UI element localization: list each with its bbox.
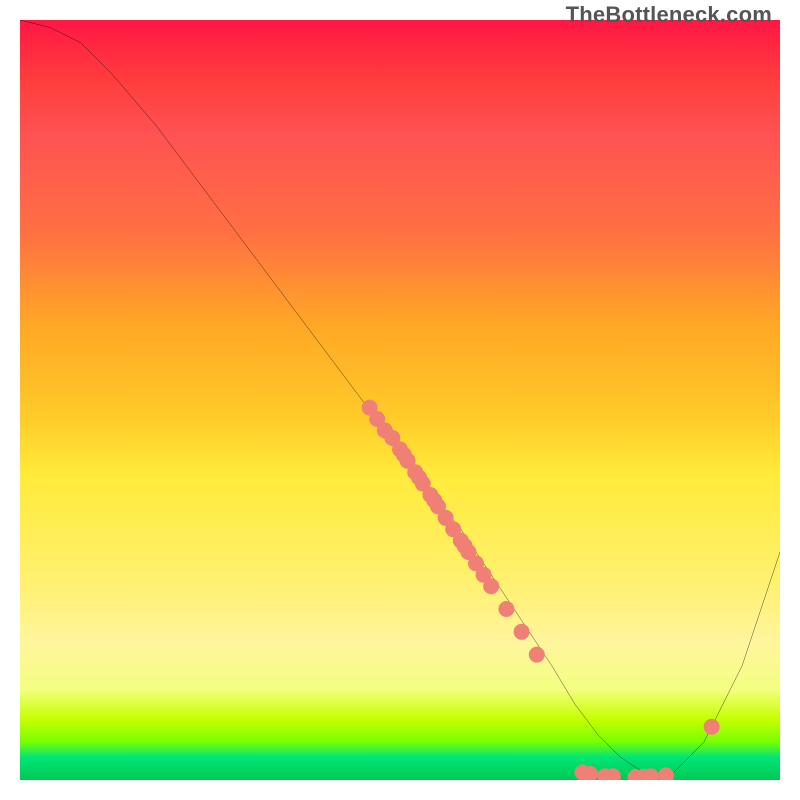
- chart-root: TheBottleneck.com: [0, 0, 800, 800]
- data-point: [704, 719, 720, 735]
- data-point: [529, 647, 545, 663]
- plot-area: [20, 20, 780, 780]
- data-points-group: [362, 400, 720, 780]
- data-point: [483, 578, 499, 594]
- bottleneck-curve: [20, 20, 780, 780]
- data-point: [498, 601, 514, 617]
- data-point: [658, 767, 674, 780]
- chart-overlay: [20, 20, 780, 780]
- watermark-text: TheBottleneck.com: [566, 2, 772, 28]
- data-point: [514, 624, 530, 640]
